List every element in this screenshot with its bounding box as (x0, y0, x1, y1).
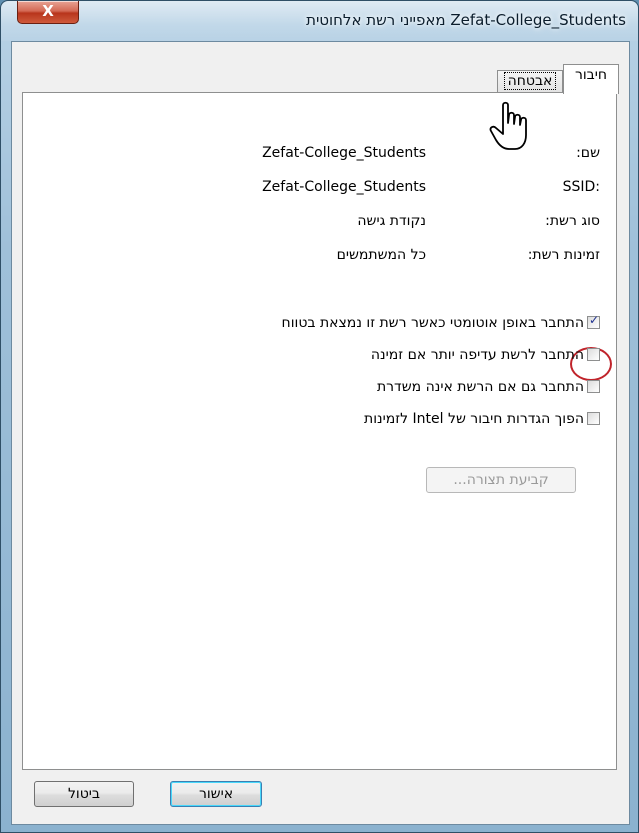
info-row-ssid: :SSID Zefat-College_Students (23, 179, 616, 201)
window-title: Zefat-College_Students מאפייני רשת אלחוט… (306, 11, 626, 29)
configure-button[interactable]: קביעת תצורה... (426, 467, 576, 493)
close-button[interactable]: X (17, 1, 79, 24)
cancel-button[interactable]: ביטול (34, 781, 134, 807)
name-value: Zefat-College_Students (262, 145, 426, 161)
option-label: התחבר גם אם הרשת אינה משדרת (376, 379, 584, 395)
tab-security[interactable]: אבטחה (497, 70, 563, 92)
connection-panel: שם: Zefat-College_Students :SSID Zefat-C… (22, 92, 617, 770)
option-intel-settings[interactable]: הפוך הגדרות חיבור של Intel לזמינות (364, 411, 600, 431)
hand-pointer-icon (489, 101, 527, 150)
type-label: סוג רשת: (545, 213, 600, 229)
option-auto-connect[interactable]: התחבר באופן אוטומטי כאשר רשת זו נמצאת בט… (281, 313, 600, 335)
info-row-availability: זמינות רשת: כל המשתמשים (23, 247, 616, 269)
auto-connect-checkbox[interactable] (587, 313, 600, 329)
option-hidden-network[interactable]: התחבר גם אם הרשת אינה משדרת (377, 379, 600, 399)
ssid-label: :SSID (562, 179, 600, 195)
dialog-client-area: חיבור אבטחה שם: Zefat-College_Students :… (11, 41, 630, 825)
hidden-network-checkbox[interactable] (587, 380, 600, 393)
info-row-type: סוג רשת: נקודת גישה (23, 213, 616, 235)
option-label: הפוך הגדרות חיבור של Intel לזמינות (364, 411, 584, 427)
wireless-properties-window: X Zefat-College_Students מאפייני רשת אלח… (0, 0, 639, 833)
prefer-network-checkbox[interactable] (587, 348, 600, 361)
ok-button[interactable]: אישור (170, 781, 262, 807)
tab-security-label: אבטחה (503, 72, 557, 90)
intel-settings-checkbox[interactable] (587, 412, 600, 425)
title-bar[interactable]: X Zefat-College_Students מאפייני רשת אלח… (1, 1, 638, 41)
option-label: התחבר לרשת עדיפה יותר אם זמינה (370, 347, 584, 363)
option-prefer-network[interactable]: התחבר לרשת עדיפה יותר אם זמינה (371, 347, 600, 367)
option-label: התחבר באופן אוטומטי כאשר רשת זו נמצאת בט… (281, 315, 584, 331)
ssid-value: Zefat-College_Students (262, 179, 426, 195)
tab-connection-label: חיבור (574, 67, 608, 83)
availability-value: כל המשתמשים (336, 247, 426, 263)
type-value: נקודת גישה (357, 213, 426, 229)
availability-label: זמינות רשת: (527, 247, 600, 263)
tab-connection[interactable]: חיבור (563, 64, 619, 94)
name-label: שם: (576, 145, 600, 161)
